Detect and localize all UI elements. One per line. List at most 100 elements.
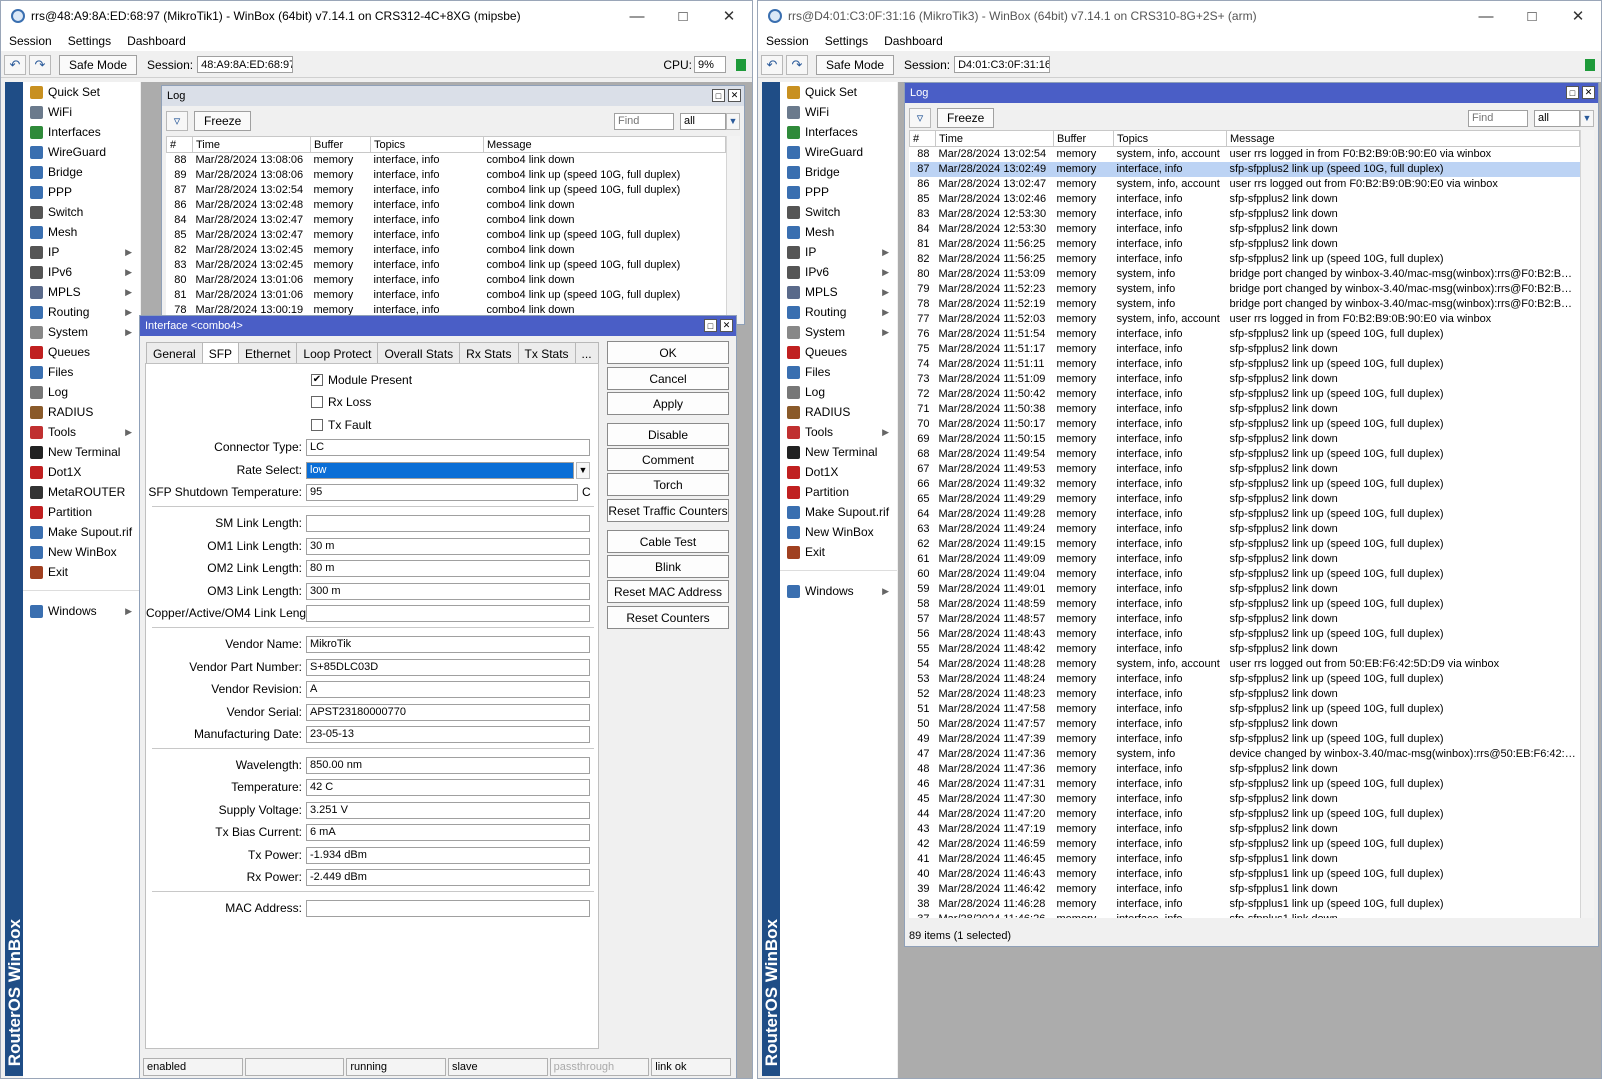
table-row[interactable]: 67 Mar/28/2024 11:49:53 memory interface, i… <box>910 462 1580 477</box>
reset-traffic-counters-button[interactable]: Reset Traffic Counters <box>607 499 729 522</box>
sidebar-item-partition[interactable]: Partition <box>780 482 897 502</box>
close-icon[interactable]: ✕ <box>1582 86 1595 99</box>
table-row[interactable]: 73 Mar/28/2024 11:51:09 memory interface, i… <box>910 372 1580 387</box>
blink-button[interactable]: Blink <box>607 555 729 578</box>
sidebar-item-ipv6[interactable]: IPv6 ▶ <box>23 262 140 282</box>
table-row[interactable]: 46 Mar/28/2024 11:47:31 memory interface, i… <box>910 777 1580 792</box>
chevron-down-icon[interactable]: ▼ <box>1580 109 1594 127</box>
table-row[interactable]: 89 Mar/28/2024 13:08:06 memory interface, i… <box>167 168 726 183</box>
sidebar-item-log[interactable]: Log <box>23 382 140 402</box>
sidebar-item-queues[interactable]: Queues <box>23 342 140 362</box>
tab-overall-stats[interactable]: Overall Stats <box>377 342 461 364</box>
table-row[interactable]: 69 Mar/28/2024 11:50:15 memory interface, i… <box>910 432 1580 447</box>
table-row[interactable]: 87 Mar/28/2024 13:02:49 memory interface, i… <box>909 161 1580 177</box>
sidebar-item-quick-set[interactable]: Quick Set <box>780 82 897 102</box>
sidebar-item-ppp[interactable]: PPP <box>23 182 140 202</box>
tab-general[interactable]: General <box>146 342 203 364</box>
sidebar-item-switch[interactable]: Switch <box>23 202 140 222</box>
reset-mac-address-button[interactable]: Reset MAC Address <box>607 580 729 603</box>
apply-button[interactable]: Apply <box>607 392 729 415</box>
sidebar-item-wifi[interactable]: WiFi <box>780 102 897 122</box>
close-icon[interactable]: ✕ <box>728 89 741 102</box>
sidebar-item-radius[interactable]: RADIUS <box>780 402 897 422</box>
sidebar-item-exit[interactable]: Exit <box>780 542 897 562</box>
table-row[interactable]: 45 Mar/28/2024 11:47:30 memory interface, i… <box>910 792 1580 807</box>
table-row[interactable]: 70 Mar/28/2024 11:50:17 memory interface, i… <box>910 417 1580 432</box>
sidebar-item-new-winbox[interactable]: New WinBox <box>23 542 140 562</box>
table-row[interactable]: 76 Mar/28/2024 11:51:54 memory interface, i… <box>910 327 1580 342</box>
tab-rx-stats[interactable]: Rx Stats <box>459 342 519 364</box>
sidebar-item-files[interactable]: Files <box>23 362 140 382</box>
table-row[interactable]: 43 Mar/28/2024 11:47:19 memory interface, i… <box>910 822 1580 837</box>
sidebar-item-bridge[interactable]: Bridge <box>780 162 897 182</box>
sidebar-item-dot1x[interactable]: Dot1X <box>780 462 897 482</box>
table-row[interactable]: 56 Mar/28/2024 11:48:43 memory interface, i… <box>910 627 1580 642</box>
table-row[interactable]: 68 Mar/28/2024 11:49:54 memory interface, i… <box>910 447 1580 462</box>
table-row[interactable]: 60 Mar/28/2024 11:49:04 memory interface, i… <box>910 567 1580 582</box>
table-row[interactable]: 85 Mar/28/2024 13:02:46 memory interface, i… <box>910 192 1580 207</box>
table-row[interactable]: 64 Mar/28/2024 11:49:28 memory interface, i… <box>910 507 1580 522</box>
column-header[interactable]: Buffer <box>1053 130 1114 147</box>
tx-fault-checkbox[interactable] <box>311 419 323 431</box>
sidebar-item-partition[interactable]: Partition <box>23 502 140 522</box>
sidebar-item-routing[interactable]: Routing ▶ <box>780 302 897 322</box>
sidebar-item-system[interactable]: System ▶ <box>780 322 897 342</box>
sidebar-item-files[interactable]: Files <box>780 362 897 382</box>
table-row[interactable]: 63 Mar/28/2024 11:49:24 memory interface, i… <box>910 522 1580 537</box>
sidebar-item-wireguard[interactable]: WireGuard <box>780 142 897 162</box>
redo-icon[interactable]: ↷ <box>29 54 51 75</box>
table-row[interactable]: 47 Mar/28/2024 11:47:36 memory system, info… <box>910 747 1579 762</box>
sidebar-item-queues[interactable]: Queues <box>780 342 897 362</box>
cable-test-button[interactable]: Cable Test <box>607 530 729 553</box>
title-bar[interactable]: rrs@48:A9:8A:ED:68:97 (MikroTik1) - WinB… <box>1 1 752 31</box>
column-header[interactable]: # <box>166 136 193 153</box>
menu-session[interactable]: Session <box>1 34 60 48</box>
sidebar-item-mesh[interactable]: Mesh <box>780 222 897 242</box>
column-header[interactable]: Message <box>483 136 726 153</box>
table-row[interactable]: 80 Mar/28/2024 11:53:09 memory system, info… <box>910 267 1579 282</box>
chevron-down-icon[interactable]: ▼ <box>576 461 590 479</box>
sidebar-item-system[interactable]: System ▶ <box>23 322 140 342</box>
table-row[interactable]: 52 Mar/28/2024 11:48:23 memory interface, i… <box>910 687 1580 702</box>
menu-dashboard[interactable]: Dashboard <box>876 34 951 48</box>
table-row[interactable]: 40 Mar/28/2024 11:46:43 memory interface, i… <box>910 867 1580 882</box>
log-title-bar[interactable]: Log □ ✕ <box>905 83 1598 103</box>
table-row[interactable]: 85 Mar/28/2024 13:02:47 memory interface, i… <box>167 228 726 243</box>
shutdown-temp-field[interactable]: 95 <box>306 483 578 501</box>
redo-icon[interactable]: ↷ <box>786 54 808 75</box>
table-row[interactable]: 80 Mar/28/2024 13:01:06 memory interface, i… <box>167 273 726 288</box>
close-icon[interactable]: ✕ <box>720 319 733 332</box>
sidebar-item-wifi[interactable]: WiFi <box>23 102 140 122</box>
table-row[interactable]: 51 Mar/28/2024 11:47:58 memory interface, i… <box>910 702 1580 717</box>
table-row[interactable]: 65 Mar/28/2024 11:49:29 memory interface, i… <box>910 492 1580 507</box>
sidebar-item-ppp[interactable]: PPP <box>780 182 897 202</box>
filter-icon[interactable]: ▿ <box>166 111 188 131</box>
table-row[interactable]: 82 Mar/28/2024 11:56:25 memory interface, i… <box>910 252 1580 267</box>
column-header[interactable]: Topics <box>370 136 484 153</box>
sidebar-item-switch[interactable]: Switch <box>780 202 897 222</box>
close-icon[interactable]: ✕ <box>1555 1 1601 31</box>
rate-select-dropdown[interactable]: low <box>306 461 574 479</box>
table-row[interactable]: 83 Mar/28/2024 13:02:45 memory interface, i… <box>167 258 726 273</box>
sidebar-item-ip[interactable]: IP ▶ <box>23 242 140 262</box>
restore-icon[interactable]: □ <box>704 319 717 332</box>
filter-select[interactable]: all <box>1534 109 1580 127</box>
sidebar-item-ipv6[interactable]: IPv6 ▶ <box>780 262 897 282</box>
filter-icon[interactable]: ▿ <box>909 108 931 128</box>
column-header[interactable]: Message <box>1226 130 1580 147</box>
table-row[interactable]: 86 Mar/28/2024 13:02:47 memory system, info… <box>910 177 1580 192</box>
sidebar-item-log[interactable]: Log <box>780 382 897 402</box>
cancel-button[interactable]: Cancel <box>607 367 729 390</box>
tab-ethernet[interactable]: Ethernet <box>238 342 298 364</box>
table-row[interactable]: 84 Mar/28/2024 12:53:30 memory interface, i… <box>910 222 1580 237</box>
sidebar-item-mpls[interactable]: MPLS ▶ <box>23 282 140 302</box>
freeze-button[interactable]: Freeze <box>937 108 995 128</box>
table-row[interactable]: 74 Mar/28/2024 11:51:11 memory interface, i… <box>910 357 1580 372</box>
log-scrollbar[interactable] <box>726 136 740 322</box>
sidebar-item-windows[interactable]: Windows ▶ <box>23 601 140 621</box>
column-header[interactable]: Time <box>192 136 311 153</box>
restore-icon[interactable]: □ <box>1566 86 1579 99</box>
table-row[interactable]: 66 Mar/28/2024 11:49:32 memory interface, i… <box>910 477 1580 492</box>
sidebar-item-metarouter[interactable]: MetaROUTER <box>23 482 140 502</box>
column-header[interactable]: Topics <box>1113 130 1227 147</box>
